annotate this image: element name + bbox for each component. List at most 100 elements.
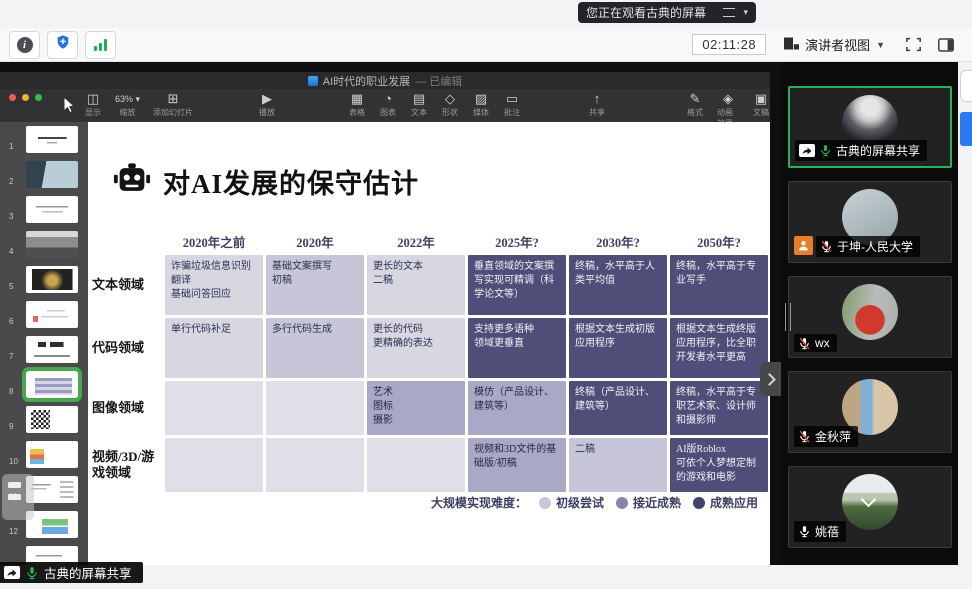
table-icon: ▦ — [351, 92, 363, 106]
thumbnail-number: 5 — [9, 282, 13, 291]
toolbar-group: ▶播放 — [258, 92, 276, 118]
window-traffic-lights[interactable] — [9, 94, 42, 101]
connection-stats-button[interactable] — [85, 31, 116, 59]
participant-name-pill: 姚蓓 — [794, 521, 846, 542]
toolbar-button-add-slide[interactable]: ⊞添加幻灯片 — [153, 92, 193, 118]
toolbar-button-play[interactable]: ▶播放 — [258, 92, 276, 118]
keynote-app-icon — [308, 76, 318, 86]
table-cell: 多行代码生成 — [266, 318, 364, 378]
participant-name: wx — [815, 336, 830, 350]
toolbar-button-shape[interactable]: ◇形状 — [441, 92, 459, 118]
layout-view-icon — [784, 37, 799, 53]
legend-label: 大规模实现难度： — [431, 494, 527, 511]
slide-thumbnail[interactable] — [26, 161, 78, 188]
collapse-chevron-icon[interactable] — [861, 492, 877, 508]
meeting-toolbar: i 02:11:28 演讲者视图 ▼ — [0, 28, 972, 62]
floating-overlay — [2, 474, 34, 520]
participant-tile[interactable]: 姚蓓 — [788, 466, 952, 548]
bottom-strip — [0, 565, 972, 589]
estimate-table: 2020年之前2020年2022年2025年?2030年?2050年?文本领域诈… — [92, 226, 768, 492]
table-header-cell: 2050年? — [670, 226, 768, 252]
toolbar-button-share[interactable]: ↑共享 — [588, 92, 606, 118]
keynote-window: AI时代的职业发展 — 已编辑 ◫显示63% ▾缩放⊞添加幻灯片▶播放▦表格◔图… — [0, 72, 770, 565]
sidebar-drag-handle[interactable] — [785, 303, 791, 331]
thumbnail-number: 1 — [9, 142, 13, 151]
slide-thumbnail[interactable] — [26, 126, 78, 153]
window-title: AI时代的职业发展 — [323, 73, 410, 89]
participant-name-row: 金秋萍 — [794, 426, 858, 447]
slide-thumbnail-row: 4 — [0, 228, 88, 263]
table-cell: 终稿，水平高于人类平均值 — [569, 255, 667, 315]
slide-thumbnail[interactable] — [26, 336, 78, 363]
thumbnail-number: 2 — [9, 177, 13, 186]
legend-item: 初级尝试 — [539, 494, 604, 511]
legend-item-label: 接近成熟 — [633, 494, 681, 511]
banner-caret-icon[interactable]: ▾ — [743, 7, 748, 18]
add-slide-icon: ⊞ — [168, 92, 179, 106]
sidebar-collapse-tab[interactable] — [760, 362, 781, 396]
table-cell — [367, 438, 465, 492]
participant-tile[interactable]: 金秋萍 — [788, 371, 952, 453]
slide-thumbnail[interactable] — [26, 371, 78, 398]
meeting-info-button[interactable]: i — [9, 31, 40, 59]
table-cell: 诈骗垃圾信息识别 翻译 基础问答回应 — [165, 255, 263, 315]
toolbar-button-sidebar[interactable]: ◫显示 — [84, 92, 102, 118]
table-cell: 终稿，水平高于专业写手 — [670, 255, 768, 315]
slide-thumbnail[interactable] — [26, 231, 78, 258]
toolbar-group: ◫显示 63% ▾缩放 ⊞添加幻灯片 — [84, 92, 193, 118]
toolbar-button-label: 添加幻灯片 — [153, 107, 193, 118]
mic-muted-icon — [798, 430, 811, 443]
participant-name: 姚蓓 — [815, 523, 839, 540]
slide-thumbnail-row: 2 — [0, 158, 88, 193]
slide-thumbnail[interactable] — [26, 196, 78, 223]
participant-name-pill: 古典的屏幕共享 — [795, 140, 927, 161]
chevron-down-icon: ▼ — [876, 40, 885, 50]
screen-share-status-label: 古典的屏幕共享 — [44, 563, 132, 582]
slide-thumbnail[interactable] — [26, 301, 78, 328]
toolbar-button-media[interactable]: ▨媒体 — [472, 92, 490, 118]
participant-tile[interactable]: 古典的屏幕共享 — [788, 86, 952, 168]
legend-items: 初级尝试接近成熟成熟应用 — [539, 494, 758, 511]
participant-tile[interactable]: wx — [788, 276, 952, 358]
banner-menu-icon[interactable] — [723, 8, 735, 17]
toolbar-button-chart[interactable]: ◔图表 — [379, 92, 397, 118]
thumbnail-number: 9 — [9, 422, 13, 431]
edge-scroll-indicator[interactable] — [960, 112, 972, 146]
toolbar-button-label: 共享 — [589, 107, 605, 118]
toolbar-button-text[interactable]: ▤文本 — [410, 92, 428, 118]
slide-thumbnail[interactable] — [26, 441, 78, 468]
toolbar-button-comment[interactable]: ▭批注 — [503, 92, 521, 118]
table-row-label: 视频/3D/游戏领域 — [92, 438, 162, 492]
table-cell: 模仿（产品设计、建筑等） — [468, 381, 566, 435]
close-window-icon[interactable] — [9, 94, 16, 101]
difficulty-legend: 大规模实现难度： 初级尝试接近成熟成熟应用 — [431, 494, 758, 511]
format-icon: ✎ — [690, 92, 701, 106]
table-cell: 更长的文本 二稿 — [367, 255, 465, 315]
speaker-view-button[interactable]: 演讲者视图 ▼ — [778, 32, 891, 57]
fullscreen-button[interactable] — [903, 35, 924, 54]
security-button[interactable] — [47, 31, 78, 59]
table-header-cell: 2025年? — [468, 226, 566, 252]
side-panel-button[interactable] — [936, 36, 956, 54]
toolbar-button-label: 批注 — [504, 107, 520, 118]
screen-share-icon — [799, 144, 815, 157]
edge-panel-partial[interactable] — [960, 70, 972, 102]
minimize-window-icon[interactable] — [22, 94, 29, 101]
zoom-window-icon[interactable] — [35, 94, 42, 101]
thumbnail-number: 10 — [9, 457, 18, 466]
participant-name-row: wx — [794, 334, 837, 352]
slide-thumbnail-row: 5 — [0, 263, 88, 298]
slide-thumbnail[interactable] — [26, 406, 78, 433]
table-cell: 单行代码补足 — [165, 318, 263, 378]
share-icon: ↑ — [594, 92, 601, 106]
slide-thumbnail[interactable] — [26, 266, 78, 293]
toolbar-left: i — [9, 31, 116, 59]
toolbar-button-table[interactable]: ▦表格 — [348, 92, 366, 118]
zoom-control[interactable]: 63% ▾缩放 — [115, 92, 140, 118]
chart-icon: ◔ — [384, 92, 392, 106]
participant-name: 古典的屏幕共享 — [836, 142, 920, 159]
comment-icon: ▭ — [506, 92, 518, 106]
participant-tile[interactable]: 于坤-人民大学 — [788, 181, 952, 263]
toolbar-button-label: 缩放 — [120, 107, 136, 118]
mic-on-icon — [819, 144, 832, 157]
